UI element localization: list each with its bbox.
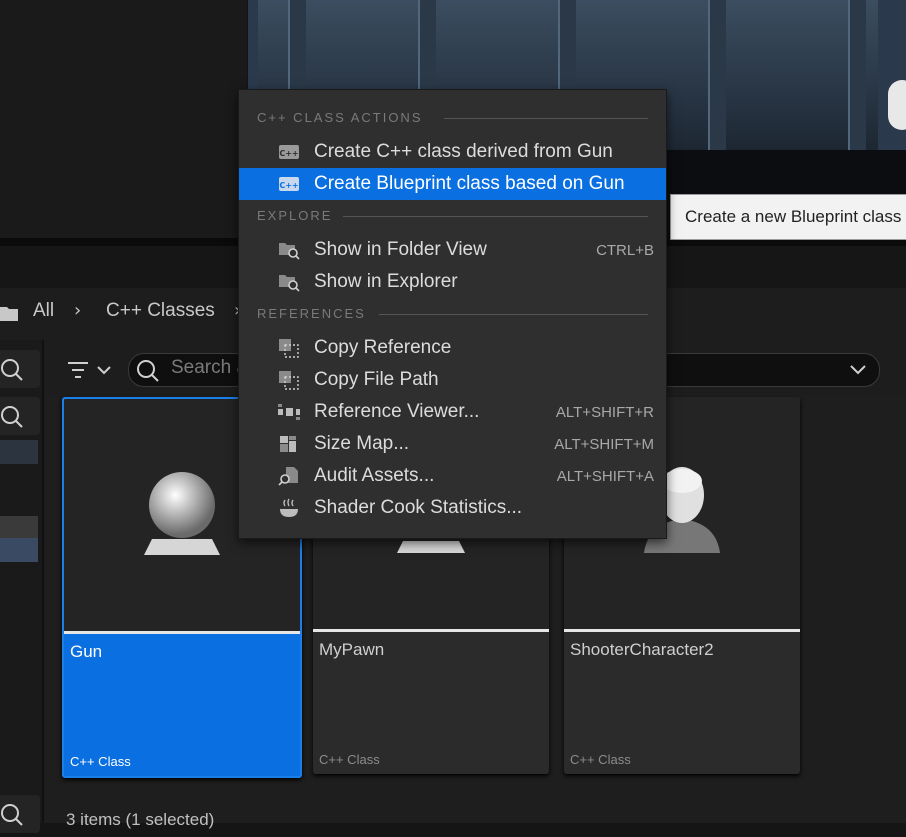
asset-name: Gun [70,642,103,661]
menu-item-reference-viewer[interactable]: Reference Viewer... ALT+SHIFT+R [239,396,666,428]
section-divider [379,314,648,315]
chevron-down-icon[interactable] [849,363,867,377]
section-divider [343,216,648,217]
folder-tree-item[interactable] [0,440,38,464]
asset-name: ShooterCharacter2 [570,640,714,659]
asset-type: C++ Class [70,754,131,769]
filter-icon[interactable] [66,360,114,380]
context-menu: C++ CLASS ACTIONS C++ Create C++ class d… [238,89,667,539]
search-icon [1,359,23,381]
menu-item-show-in-explorer[interactable]: Show in Explorer [239,266,666,298]
folder-tree-item[interactable] [0,516,38,540]
size-map-icon [280,436,296,452]
search-icon [1,804,23,826]
menu-item-show-in-folder-view[interactable]: Show in Folder View CTRL+B [239,234,666,266]
folder-icon [0,307,18,321]
search-placeholder: Search a [171,357,248,378]
chevron-right-icon[interactable]: › [74,300,81,321]
section-references: REFERENCES [257,306,366,321]
sources-panel [0,340,44,833]
cpp-icon: C++ [279,177,299,191]
breadcrumb-cpp-classes[interactable]: C++ Classes [106,300,215,322]
search-icon [1,406,23,428]
section-divider [444,118,648,119]
menu-item-copy-file-path[interactable]: Copy File Path [239,364,666,396]
svg-text:C++: C++ [279,181,298,190]
search-icon [137,360,159,382]
folder-search-icon [279,243,300,260]
menu-item-audit-assets[interactable]: Audit Assets... ALT+SHIFT+A [239,460,666,492]
menu-item-size-map[interactable]: Size Map... ALT+SHIFT+M [239,428,666,460]
asset-type: C++ Class [570,752,631,767]
shader-icon [280,498,298,517]
menu-item-shader-cook-statistics[interactable]: Shader Cook Statistics... [239,492,666,524]
top-left-panel [0,0,247,238]
breadcrumb-all[interactable]: All [33,300,54,322]
menu-item-copy-reference[interactable]: Copy Reference [239,332,666,364]
folder-search-icon [279,275,300,292]
section-cpp-class-actions: C++ CLASS ACTIONS [257,110,423,125]
folder-tree-item-selected[interactable] [0,538,38,562]
collections-search-button[interactable] [0,397,40,435]
sources-search-button[interactable] [0,350,40,388]
cpp-icon: C++ [279,145,299,159]
asset-type: C++ Class [319,752,380,767]
menu-item-create-blueprint-class[interactable]: C++ Create Blueprint class based on Gun [239,168,666,200]
section-explore: EXPLORE [257,208,333,223]
copy-icon [279,339,299,358]
bottom-search-button[interactable] [0,795,40,833]
tooltip: Create a new Blueprint class [670,194,906,240]
svg-text:C++: C++ [279,149,298,158]
menu-item-create-cpp-class[interactable]: C++ Create C++ class derived from Gun [239,136,666,168]
copy-icon [279,371,299,390]
asset-name: MyPawn [319,640,385,659]
audit-icon [278,467,298,486]
reference-viewer-icon [278,404,300,420]
item-count-status: 3 items (1 selected) [66,810,215,829]
